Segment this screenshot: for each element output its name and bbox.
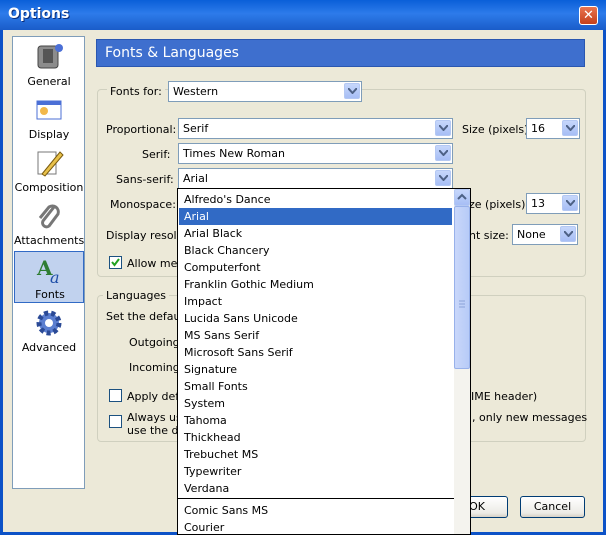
sidebar-item-label: Fonts: [35, 288, 65, 301]
chevron-down-icon[interactable]: [562, 195, 578, 211]
grip-icon: [459, 300, 465, 308]
monospace-size-label: ze (pixels): [469, 198, 526, 211]
min-font-size-value: None: [517, 228, 546, 241]
only-new-messages-label: , only new messages: [472, 411, 588, 424]
list-item[interactable]: Comic Sans MS: [179, 502, 452, 519]
fonts-icon: Aa: [36, 256, 60, 285]
fonts-for-value: Western: [173, 85, 219, 98]
list-item[interactable]: Alfredo's Dance: [179, 191, 452, 208]
list-item[interactable]: MS Sans Serif: [179, 327, 452, 344]
scrollbar-thumb[interactable]: [454, 206, 470, 369]
sidebar-item-label: Attachments: [14, 234, 85, 247]
monospace-size-value: 13: [531, 197, 545, 210]
gear-icon: [36, 310, 62, 336]
languages-legend: Languages: [103, 289, 170, 302]
list-item[interactable]: Trebuchet MS: [179, 446, 452, 463]
mime-header-label: IME header): [471, 390, 538, 403]
chevron-down-icon[interactable]: [435, 145, 451, 161]
list-item[interactable]: Signature: [179, 361, 452, 378]
list-item[interactable]: Courier: [179, 519, 452, 534]
font-dropdown-list[interactable]: Alfredo's Dance Arial Arial Black Black …: [177, 188, 471, 535]
list-separator: [178, 498, 454, 499]
sans-serif-value: Arial: [183, 172, 208, 185]
fonts-for-label: Fonts for:: [107, 85, 165, 98]
composition-icon: [37, 151, 64, 177]
list-item[interactable]: Tahoma: [179, 412, 452, 429]
apply-default-checkbox[interactable]: [109, 389, 122, 402]
svg-text:a: a: [50, 268, 60, 285]
list-item[interactable]: Arial Black: [179, 225, 452, 242]
sidebar-item-label: Display: [28, 128, 70, 141]
always-use-checkbox[interactable]: [109, 415, 122, 428]
page-title: Fonts & Languages: [96, 39, 585, 67]
sans-serif-label: Sans-serif:: [116, 173, 174, 186]
serif-value: Times New Roman: [183, 147, 285, 160]
list-item[interactable]: Thickhead: [179, 429, 452, 446]
title-bar[interactable]: [0, 0, 606, 30]
monospace-size-select[interactable]: 13: [526, 193, 580, 214]
min-font-size-select[interactable]: None: [512, 224, 578, 245]
sidebar-item-label: Advanced: [21, 341, 77, 354]
category-sidebar: General Display Composition Attachments …: [12, 36, 85, 489]
min-font-size-label: nt size:: [469, 229, 509, 242]
list-item[interactable]: Lucida Sans Unicode: [179, 310, 452, 327]
sans-serif-select[interactable]: Arial: [178, 168, 453, 189]
proportional-select[interactable]: Serif: [178, 118, 453, 139]
sidebar-item-label: Composition: [14, 181, 84, 194]
chevron-down-icon[interactable]: [562, 120, 578, 136]
chevron-up-icon: [457, 193, 467, 200]
serif-select[interactable]: Times New Roman: [178, 143, 453, 164]
sidebar-item-label: General: [27, 75, 71, 88]
paperclip-icon: [38, 204, 60, 229]
sidebar-item-advanced[interactable]: Advanced: [14, 305, 84, 357]
list-scrollbar[interactable]: [454, 189, 470, 534]
cancel-button[interactable]: Cancel: [520, 496, 585, 518]
sidebar-item-display[interactable]: Display: [14, 92, 84, 144]
display-icon: [36, 100, 62, 120]
list-item[interactable]: Computerfont: [179, 259, 452, 276]
sidebar-item-composition[interactable]: Composition: [14, 145, 84, 197]
serif-label: Serif:: [142, 148, 171, 161]
scroll-up-button[interactable]: [454, 189, 470, 206]
list-item[interactable]: System: [179, 395, 452, 412]
general-icon: [37, 44, 63, 69]
list-item-selected[interactable]: Arial: [179, 208, 452, 225]
chevron-down-icon[interactable]: [560, 226, 576, 242]
sidebar-item-attachments[interactable]: Attachments: [14, 198, 84, 250]
list-item[interactable]: Microsoft Sans Serif: [179, 344, 452, 361]
chevron-down-icon[interactable]: [435, 120, 451, 136]
list-item[interactable]: Small Fonts: [179, 378, 452, 395]
list-item[interactable]: Black Chancery: [179, 242, 452, 259]
proportional-label: Proportional:: [106, 123, 177, 136]
set-default-label: Set the default: [106, 310, 188, 323]
proportional-value: Serif: [183, 122, 209, 135]
proportional-size-value: 16: [531, 122, 545, 135]
proportional-size-select[interactable]: 16: [526, 118, 580, 139]
list-item[interactable]: Franklin Gothic Medium: [179, 276, 452, 293]
sidebar-item-fonts[interactable]: Aa Fonts: [14, 251, 84, 303]
sidebar-item-general[interactable]: General: [14, 39, 84, 91]
list-item[interactable]: Impact: [179, 293, 452, 310]
allow-fonts-checkbox[interactable]: [109, 256, 122, 269]
close-button[interactable]: ✕: [579, 6, 598, 25]
size-label: Size (pixels): [462, 123, 529, 136]
fonts-for-select[interactable]: Western: [168, 81, 362, 102]
chevron-down-icon[interactable]: [435, 170, 451, 186]
close-icon: ✕: [583, 8, 594, 23]
chevron-down-icon[interactable]: [344, 83, 360, 99]
monospace-label: Monospace:: [110, 198, 176, 211]
list-item[interactable]: Typewriter: [179, 463, 452, 480]
checkmark-icon: [111, 258, 120, 267]
list-item[interactable]: Verdana: [179, 480, 452, 497]
window-title: Options: [8, 6, 70, 22]
